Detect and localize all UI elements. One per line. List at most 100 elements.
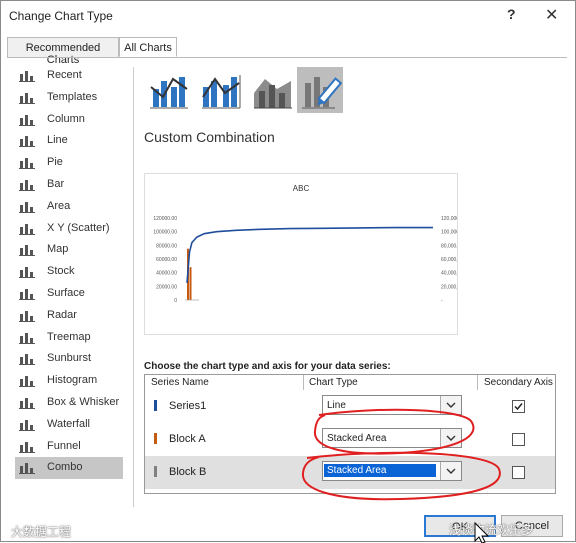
series-row-block-a: Block A Stacked Area bbox=[145, 423, 555, 456]
tab-all-charts[interactable]: All Charts bbox=[119, 37, 177, 57]
series1-line bbox=[186, 226, 433, 283]
series-grid: Series Name Chart Type Secondary Axis Se… bbox=[144, 374, 556, 494]
stock-chart-icon bbox=[19, 264, 35, 279]
scatter-chart-icon bbox=[19, 221, 35, 235]
watermark-left: 大数据工程 bbox=[11, 525, 72, 539]
series-name: Block B bbox=[169, 466, 207, 478]
column-line-secondary-icon bbox=[202, 75, 241, 109]
right-axis-tick-label: 100,000,000.00 bbox=[441, 230, 457, 236]
right-axis-tick-label: 80,000,000.00 bbox=[441, 243, 457, 249]
chart-type-select[interactable]: Stacked Area bbox=[322, 428, 462, 448]
chart-category-bar[interactable]: Bar bbox=[15, 174, 123, 196]
funnel-chart-icon bbox=[19, 439, 35, 453]
chart-category-label: Sunburst bbox=[47, 352, 92, 365]
bar-chart-icon bbox=[19, 177, 35, 191]
dialog-title: Change Chart Type bbox=[9, 9, 113, 23]
help-button[interactable]: ? bbox=[507, 6, 516, 22]
chart-category-label: Radar bbox=[47, 308, 77, 321]
choose-series-label: Choose the chart type and axis for your … bbox=[144, 361, 391, 372]
chart-category-combo[interactable]: Combo bbox=[15, 457, 123, 480]
waterfall-chart-icon bbox=[19, 417, 35, 431]
close-button[interactable]: ✕ bbox=[545, 5, 558, 25]
chart-category-surface[interactable]: Surface bbox=[15, 283, 123, 305]
recent-icon bbox=[19, 68, 35, 82]
watermark-right: 浅谈物流欢乐多 bbox=[449, 523, 534, 537]
chart-category-label: Map bbox=[47, 243, 69, 256]
series-color-swatch bbox=[154, 433, 157, 444]
chart-category-label: Line bbox=[47, 134, 68, 147]
chart-category-recent[interactable]: Recent bbox=[15, 65, 123, 87]
chevron-down-icon[interactable] bbox=[440, 429, 461, 447]
chart-category-label: Recent bbox=[47, 69, 82, 81]
column-chart-icon bbox=[19, 112, 35, 126]
chart-category-label: Funnel bbox=[47, 439, 81, 452]
left-axis-tick-label: 0 bbox=[174, 298, 177, 304]
left-axis-tick-label: 20000.00 bbox=[156, 284, 177, 290]
series-row-series1: Series1 Line bbox=[145, 390, 555, 423]
column-line-secondary-subtype[interactable] bbox=[197, 67, 243, 113]
chart-type-value: Stacked Area bbox=[324, 464, 436, 477]
secondary-axis-checkbox[interactable] bbox=[512, 466, 525, 479]
chart-type-select[interactable]: Line bbox=[322, 395, 462, 415]
stacked-area-column-icon bbox=[254, 79, 292, 109]
left-axis-tick-label: 40000.00 bbox=[156, 271, 177, 277]
chart-category-templates[interactable]: Templates bbox=[15, 87, 123, 109]
chart-category-histogram[interactable]: Histogram bbox=[15, 370, 123, 392]
treemap-chart-icon bbox=[19, 330, 35, 344]
right-axis-tick-label: 120,000,000.00 bbox=[441, 216, 457, 222]
right-axis-tick-label: - bbox=[441, 298, 443, 304]
templates-icon bbox=[19, 90, 35, 104]
chart-category-x-y-scatter[interactable]: X Y (Scatter) bbox=[15, 218, 123, 240]
chart-category-treemap[interactable]: Treemap bbox=[15, 327, 123, 349]
chart-category-column[interactable]: Column bbox=[15, 109, 123, 131]
chart-category-label: Stock bbox=[47, 265, 75, 278]
surface-chart-icon bbox=[19, 286, 35, 300]
chart-category-map[interactable]: Map bbox=[15, 239, 123, 261]
clustered-column-line-subtype[interactable] bbox=[145, 67, 191, 113]
area-chart-icon bbox=[19, 199, 35, 213]
chart-category-label: Area bbox=[47, 199, 71, 212]
map-chart-icon bbox=[19, 242, 35, 257]
chart-category-label: Pie bbox=[47, 156, 63, 169]
chart-category-label: Box & Whisker bbox=[47, 395, 120, 408]
chart-category-line[interactable]: Line bbox=[15, 130, 123, 152]
stacked-area-column-subtype[interactable] bbox=[249, 67, 295, 113]
chart-category-radar[interactable]: Radar bbox=[15, 305, 123, 327]
chart-category-sunburst[interactable]: Sunburst bbox=[15, 348, 123, 370]
chart-category-pie[interactable]: Pie bbox=[15, 152, 123, 174]
preview-chart: ABC 120000.00 100000.00 80000.00 60000.00 400… bbox=[153, 184, 476, 304]
right-axis-tick-label: 40,000,000.00 bbox=[441, 271, 457, 277]
series-color-swatch bbox=[154, 466, 157, 477]
chart-category-area[interactable]: Area bbox=[15, 196, 123, 218]
block-a-area-mark bbox=[189, 267, 192, 300]
secondary-axis-checkbox[interactable] bbox=[512, 433, 525, 446]
chart-preview: ABC 120000.00 100000.00 80000.00 60000.00 400… bbox=[144, 173, 476, 335]
chevron-down-icon[interactable] bbox=[440, 462, 461, 480]
chart-category-stock[interactable]: Stock bbox=[15, 261, 123, 283]
series-name: Series1 bbox=[169, 400, 207, 412]
chart-category-label: X Y (Scatter) bbox=[47, 221, 110, 234]
chart-category-funnel[interactable]: Funnel bbox=[15, 436, 123, 458]
chart-type-select[interactable]: Stacked Area bbox=[322, 461, 462, 481]
histogram-chart-icon bbox=[19, 373, 35, 388]
custom-combination-icon bbox=[302, 77, 343, 109]
series-name: Block A bbox=[169, 433, 206, 445]
combo-chart-icon bbox=[19, 460, 35, 475]
chart-type-value: Stacked Area bbox=[327, 433, 387, 444]
left-axis-tick-label: 80000.00 bbox=[156, 243, 177, 249]
custom-combination-heading: Custom Combination bbox=[144, 129, 275, 145]
pane-divider bbox=[133, 67, 134, 507]
chart-category-label: Waterfall bbox=[47, 417, 90, 430]
tab-recommended-charts[interactable]: Recommended Charts bbox=[7, 37, 119, 66]
box-whisker-chart-icon bbox=[19, 395, 35, 409]
chevron-down-icon[interactable] bbox=[440, 396, 461, 414]
custom-combination-subtype[interactable] bbox=[297, 67, 343, 113]
chart-title: ABC bbox=[293, 184, 310, 193]
change-chart-type-dialog: Change Chart Type ? ✕ Recommended Charts… bbox=[0, 0, 576, 543]
radar-chart-icon bbox=[19, 308, 35, 322]
chart-category-waterfall[interactable]: Waterfall bbox=[15, 414, 123, 436]
column-separator bbox=[303, 375, 304, 390]
secondary-axis-checkbox[interactable] bbox=[512, 400, 525, 413]
chart-category-box-whisker[interactable]: Box & Whisker bbox=[15, 392, 123, 414]
right-axis-tick-label: 20,000,000.00 bbox=[441, 284, 457, 290]
